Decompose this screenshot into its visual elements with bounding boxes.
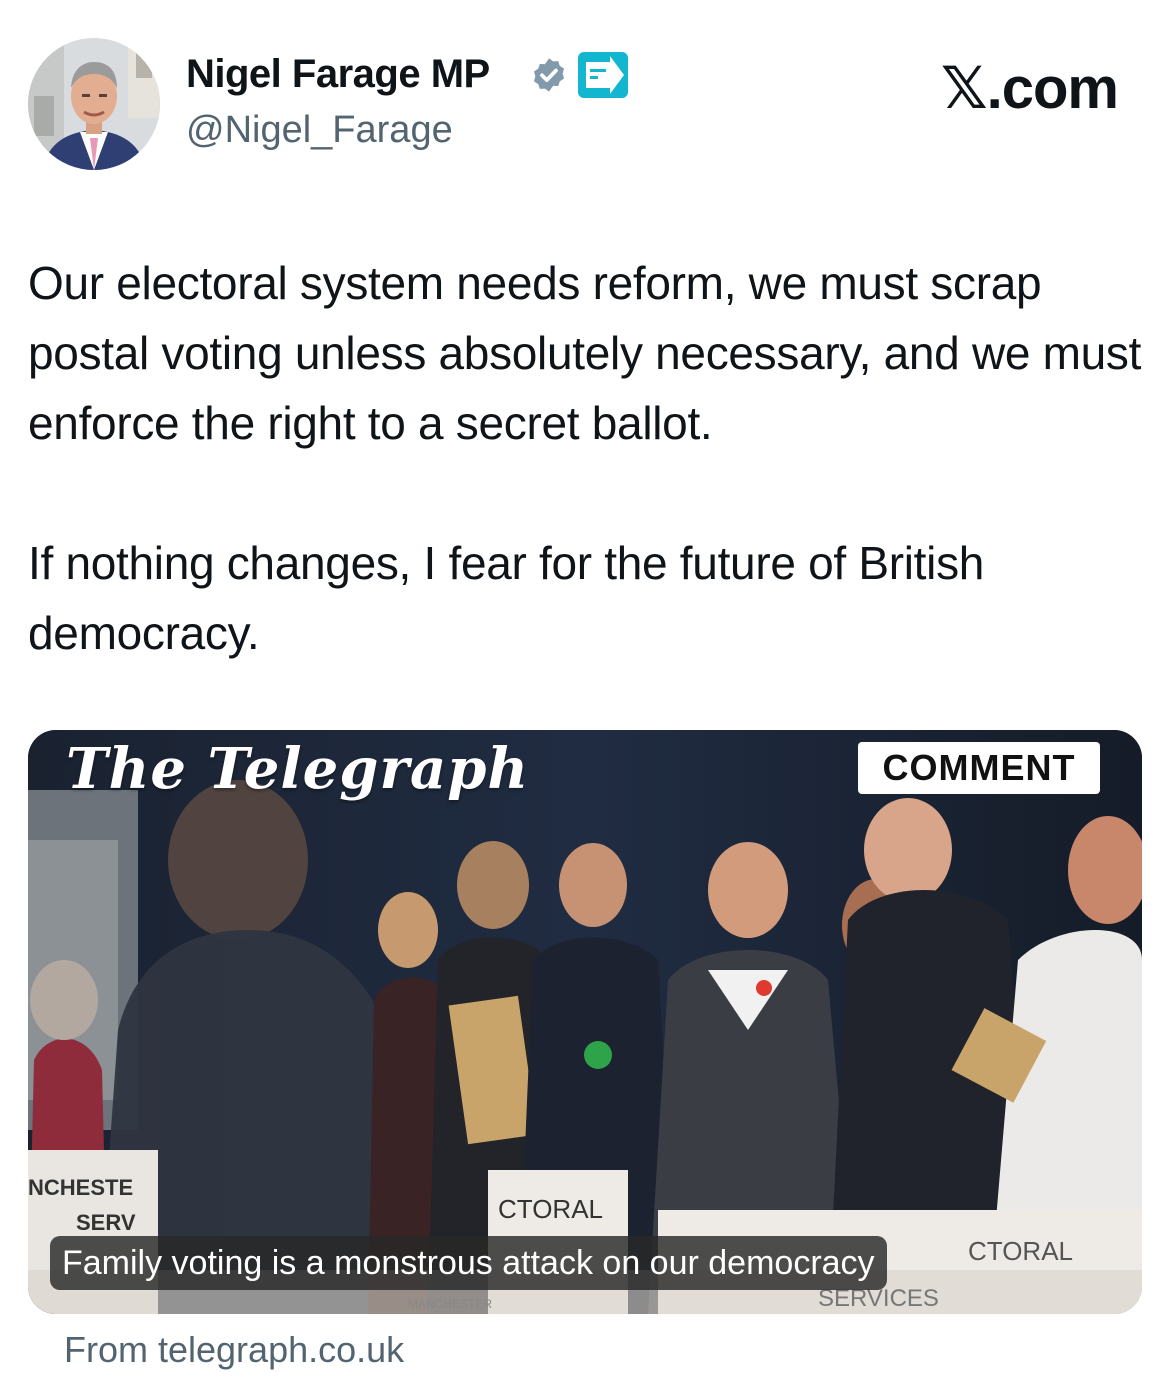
username-handle[interactable]: @Nigel_Farage: [186, 106, 453, 154]
reform-uk-arrow-icon: [586, 56, 624, 94]
avatar[interactable]: [28, 38, 160, 170]
photo-sign-text: SERV: [76, 1210, 136, 1235]
section-badge: COMMENT: [858, 742, 1100, 794]
photo-sign-text: NCHESTE: [28, 1175, 133, 1200]
display-name[interactable]: Nigel Farage MP: [186, 50, 490, 98]
link-preview-card[interactable]: NCHESTE SERV CTORAL CTORAL SERVICES MANC…: [28, 730, 1142, 1314]
publisher-logo: The Telegraph: [66, 736, 530, 802]
photo-sign-text: CTORAL: [968, 1236, 1073, 1266]
tweet-paragraph: Our electoral system needs reform, we mu…: [28, 257, 1142, 449]
article-headline: Family voting is a monstrous attack on o…: [50, 1236, 887, 1290]
tweet-paragraph: If nothing changes, I fear for the futur…: [28, 537, 985, 659]
tweet-text: Our electoral system needs reform, we mu…: [28, 248, 1148, 668]
photo-sign-text: MANCHESTER: [408, 1297, 492, 1311]
party-affiliation-badge[interactable]: [578, 52, 628, 98]
x-com-brand: 𝕏.com: [940, 56, 1119, 121]
link-source[interactable]: From telegraph.co.uk: [64, 1326, 404, 1374]
profile-photo: [28, 38, 160, 170]
photo-sign-text: CTORAL: [498, 1194, 603, 1224]
verified-badge-icon[interactable]: [530, 56, 568, 94]
article-photo: NCHESTE SERV CTORAL CTORAL SERVICES MANC…: [28, 730, 1142, 1314]
